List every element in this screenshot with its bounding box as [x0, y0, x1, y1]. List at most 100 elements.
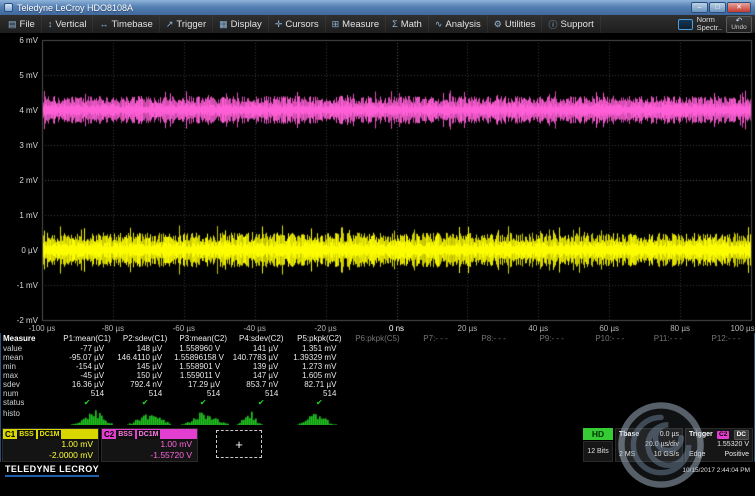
- menu-item-file[interactable]: ▤File: [2, 15, 42, 33]
- descriptor-bar: C1 BSS DC1M 1.00 mV -2.0000 mV C2 BSS DC…: [0, 428, 755, 462]
- cursors-icon: ✛: [275, 19, 283, 30]
- measurement-histogram: [235, 409, 287, 425]
- add-trace-button[interactable]: +: [216, 430, 262, 458]
- trigger-descriptor[interactable]: Trigger C2 DC 1.55320 V Edge Positive: [685, 428, 753, 462]
- measure-value: -95.07 µV: [58, 353, 116, 362]
- utilities-icon: ⚙: [494, 19, 502, 30]
- measure-table[interactable]: MeasureP1:mean(C1)P2:sdev(C1)P3:mean(C2)…: [0, 333, 755, 407]
- record-length: 2 MS: [619, 450, 635, 460]
- timebase-icon: ↔: [99, 19, 108, 29]
- maximize-button[interactable]: □: [709, 2, 726, 13]
- measure-value: 514: [290, 389, 348, 398]
- menu-item-label: Cursors: [285, 19, 318, 30]
- x-axis-label: -20 µs: [314, 324, 336, 333]
- measure-value: 1.351 mV: [290, 344, 348, 353]
- close-button[interactable]: ✕: [727, 2, 751, 13]
- measure-row-label: num: [0, 389, 58, 398]
- menu-item-trigger[interactable]: ↗Trigger: [160, 15, 213, 33]
- undo-button[interactable]: ↶ Undo: [726, 16, 752, 33]
- y-axis-label: 0 µV: [2, 246, 38, 255]
- status-check-icon: ✔: [290, 398, 348, 407]
- menu-item-analysis[interactable]: ∿Analysis: [429, 15, 488, 33]
- x-axis-label: -60 µs: [173, 324, 195, 333]
- brand-logo: TELEDYNE LECROY: [5, 464, 99, 477]
- measure-column-header[interactable]: P2:sdev(C1): [116, 334, 174, 343]
- display-icon: ▦: [219, 19, 228, 30]
- acquisition-mode-stack: Norm Spectr..: [697, 16, 722, 32]
- measure-row-min: min-154 µV145 µV1.558901 V139 µV1.273 mV: [0, 362, 755, 371]
- app-icon: [4, 3, 13, 12]
- menu-item-display[interactable]: ▦Display: [213, 15, 269, 33]
- measure-row-label: sdev: [0, 380, 58, 389]
- measurement-histogram: [177, 409, 229, 425]
- timebase-descriptor[interactable]: Tbase 0.0 µs 20.0 µs/div 2 MS 10 GS/s: [615, 428, 683, 462]
- menu-item-label: Vertical: [55, 19, 86, 30]
- channel-c1-offset: -2.0000 mV: [3, 450, 98, 461]
- measure-value: 146.4110 µV: [116, 353, 174, 362]
- hd-resolution-box[interactable]: HD 12 Bits: [583, 428, 613, 462]
- y-axis-label: -1 mV: [2, 281, 38, 290]
- timebase-scale: 20.0 µs/div: [645, 440, 679, 450]
- menu-item-timebase[interactable]: ↔Timebase: [93, 15, 159, 33]
- title-bar[interactable]: Teledyne LeCroy HDO8108A – □ ✕: [0, 0, 755, 15]
- menu-item-math[interactable]: ΣMath: [386, 15, 429, 33]
- menu-item-label: Trigger: [176, 19, 206, 30]
- measure-column-header[interactable]: P5:pkpk(C2): [290, 334, 348, 343]
- measure-row-value: value-77 µV148 µV1.558960 V141 µV1.351 m…: [0, 344, 755, 353]
- measure-column-header[interactable]: P11:- - -: [639, 334, 697, 343]
- minimize-button[interactable]: –: [691, 2, 708, 13]
- measure-value: 141 µV: [232, 344, 290, 353]
- measure-value: 1.273 mV: [290, 362, 348, 371]
- channel-c2-descriptor[interactable]: C2 BSS DC1M 1.00 mV -1.55720 V: [101, 428, 198, 462]
- channel-c1-scale: 1.00 mV: [3, 439, 98, 450]
- window-controls: – □ ✕: [691, 2, 751, 13]
- x-axis-label: 20 µs: [458, 324, 478, 333]
- menu-item-utilities[interactable]: ⚙Utilities: [488, 15, 543, 33]
- measure-column-header[interactable]: P4:sdev(C2): [232, 334, 290, 343]
- vertical-icon: ↕: [48, 19, 53, 29]
- menu-item-label: Utilities: [505, 19, 536, 30]
- menu-item-support[interactable]: ⓘSupport: [542, 15, 600, 33]
- menu-item-label: Support: [560, 19, 593, 30]
- measure-value: 16.36 µV: [58, 380, 116, 389]
- waveform-grid-canvas[interactable]: [0, 34, 755, 333]
- spectrum-label[interactable]: Spectr..: [697, 24, 722, 32]
- measure-column-header[interactable]: P8:- - -: [465, 334, 523, 343]
- measure-value: 514: [174, 389, 232, 398]
- channel-c1-descriptor[interactable]: C1 BSS DC1M 1.00 mV -2.0000 mV: [2, 428, 99, 462]
- sample-rate: 10 GS/s: [654, 450, 679, 460]
- trigger-slope: Positive: [724, 450, 749, 460]
- display-grid-icon[interactable]: [678, 19, 693, 30]
- status-check-icon: ✔: [58, 398, 116, 407]
- measure-column-header[interactable]: P12:- - -: [697, 334, 755, 343]
- trigger-coupling-badge: DC: [734, 430, 749, 440]
- menu-items: ▤File↕Vertical↔Timebase↗Trigger▦Display✛…: [2, 15, 601, 33]
- menu-item-label: Display: [231, 19, 262, 30]
- menu-item-measure[interactable]: ⊞Measure: [326, 15, 387, 33]
- oscilloscope-application-window: Teledyne LeCroy HDO8108A – □ ✕ ▤File↕Ver…: [0, 0, 755, 479]
- measure-row-label: status: [0, 398, 58, 407]
- waveform-display[interactable]: 6 mV5 mV4 mV3 mV2 mV1 mV0 µV-1 mV-2 mV-1…: [0, 34, 755, 333]
- x-axis-label: 40 µs: [528, 324, 548, 333]
- channel-c1-bandwidth-badge: BSS: [17, 430, 35, 439]
- menu-item-cursors[interactable]: ✛Cursors: [269, 15, 326, 33]
- measure-column-header[interactable]: P6:pkpk(C5): [348, 334, 406, 343]
- measure-column-header[interactable]: P10:- - -: [581, 334, 639, 343]
- measure-column-header[interactable]: P1:mean(C1): [58, 334, 116, 343]
- measure-row-label: min: [0, 362, 58, 371]
- measure-value: 140.7783 µV: [232, 353, 290, 362]
- measure-value: 792.4 nV: [116, 380, 174, 389]
- measure-value: 1.605 mV: [290, 371, 348, 380]
- channel-c1-id: C1: [5, 430, 15, 439]
- measure-row-status: status✔✔✔✔✔: [0, 398, 755, 407]
- menu-item-vertical[interactable]: ↕Vertical: [42, 15, 94, 33]
- math-icon: Σ: [392, 19, 398, 29]
- measure-row-label: value: [0, 344, 58, 353]
- measure-column-header[interactable]: P3:mean(C2): [174, 334, 232, 343]
- y-axis-label: 5 mV: [2, 71, 38, 80]
- measure-column-header[interactable]: P9:- - -: [523, 334, 581, 343]
- measure-column-header[interactable]: P7:- - -: [406, 334, 464, 343]
- measure-row-mean: mean-95.07 µV146.4110 µV1.55896158 V140.…: [0, 353, 755, 362]
- y-axis-label: 4 mV: [2, 106, 38, 115]
- measure-value: -77 µV: [58, 344, 116, 353]
